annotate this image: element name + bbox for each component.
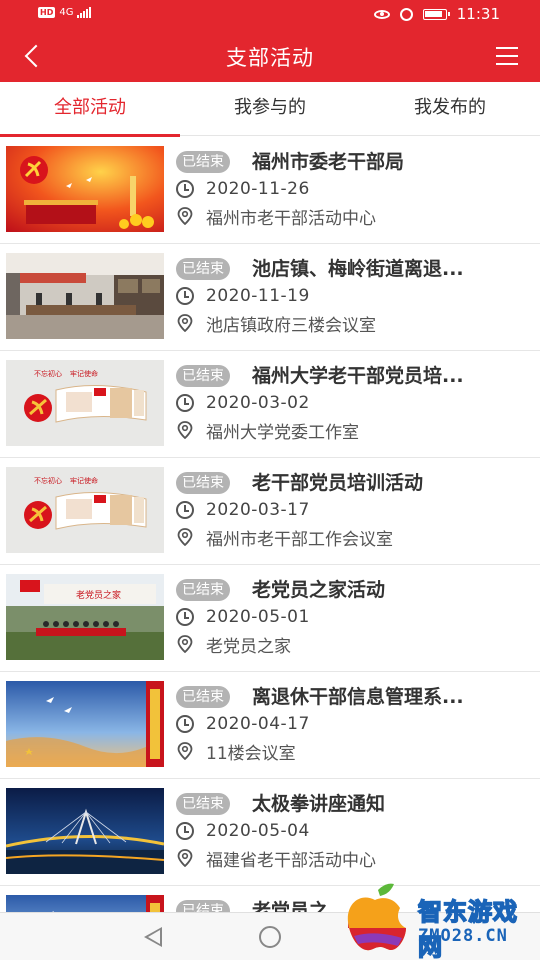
activity-date: 2020-05-01 (206, 607, 310, 627)
clock-icon (176, 608, 194, 626)
activity-date: 2020-11-19 (206, 286, 310, 306)
activity-thumbnail (6, 360, 164, 446)
tab-participated[interactable]: 我参与的 (180, 82, 360, 136)
tab-bar: 全部活动 我参与的 我发布的 (0, 82, 540, 137)
status-badge: 已结束 (176, 365, 230, 387)
activity-title: 离退休干部信息管理系... (252, 686, 464, 708)
activity-date: 2020-11-26 (206, 179, 310, 199)
activity-item[interactable]: 已结束 老党员之家活动 2020-05-01 老党员之家 (0, 565, 540, 672)
nav-bar: 支部活动 (0, 30, 540, 82)
apple-logo-icon (347, 883, 406, 951)
location-pin-icon (177, 314, 193, 332)
activity-location-row: 福州市老干部工作会议室 (176, 526, 393, 550)
activity-thumbnail (6, 253, 164, 339)
activity-location: 池店镇政府三楼会议室 (206, 315, 376, 336)
activity-date-row: 2020-03-02 (176, 392, 310, 414)
location-pin-icon (177, 742, 193, 760)
activity-thumbnail (6, 467, 164, 553)
tab-published[interactable]: 我发布的 (360, 82, 540, 136)
nav-back-icon[interactable] (144, 927, 162, 947)
activity-location-row: 福州大学党委工作室 (176, 419, 359, 443)
activity-thumbnail (6, 681, 164, 767)
signal-indicators: HD 4G (38, 7, 92, 18)
status-badge: 已结束 (176, 258, 230, 280)
activity-location: 福州市老干部工作会议室 (206, 529, 393, 550)
activity-title: 老党员之家活动 (252, 579, 386, 601)
network-type: 4G (59, 7, 74, 18)
activity-item[interactable]: 已结束 福州大学老干部党员培... 2020-03-02 福州大学党委工作室 (0, 351, 540, 458)
activity-item[interactable]: 已结束 福州市委老干部局 2020-11-26 福州市老干部活动中心 (0, 137, 540, 244)
activity-item[interactable]: 已结束 池店镇、梅岭街道离退... 2020-11-19 池店镇政府三楼会议室 (0, 244, 540, 351)
location-pin-icon (177, 849, 193, 867)
eye-comfort-icon (373, 9, 390, 19)
clock-icon (176, 715, 194, 733)
activity-location: 11楼会议室 (206, 743, 296, 764)
status-badge: 已结束 (176, 793, 230, 815)
activity-title: 池店镇、梅岭街道离退... (252, 258, 464, 280)
menu-icon[interactable] (496, 47, 518, 65)
activity-location: 福州大学党委工作室 (206, 422, 359, 443)
status-badge: 已结束 (176, 151, 230, 173)
activity-item[interactable]: 已结束 老干部党员培训活动 2020-03-17 福州市老干部工作会议室 (0, 458, 540, 565)
activity-date: 2020-04-17 (206, 714, 310, 734)
activity-date-row: 2020-05-04 (176, 820, 310, 842)
activity-date: 2020-03-17 (206, 500, 310, 520)
activity-date-row: 2020-04-17 (176, 713, 310, 735)
tab-all-activities[interactable]: 全部活动 (0, 82, 180, 137)
activity-item[interactable]: 已结束 太极拳讲座通知 2020-05-04 福建省老干部活动中心 (0, 779, 540, 886)
activity-location: 福州市老干部活动中心 (206, 208, 376, 229)
location-pin-icon (177, 421, 193, 439)
activity-date-row: 2020-03-17 (176, 499, 310, 521)
location-pin-icon (177, 207, 193, 225)
alarm-icon (399, 7, 413, 21)
activity-thumbnail (6, 895, 164, 912)
activity-title: 老干部党员培训活动 (252, 472, 424, 494)
activity-date: 2020-05-04 (206, 821, 310, 841)
status-bar: HD 4G 11:31 (0, 0, 540, 30)
activity-location-row: 福州市老干部活动中心 (176, 205, 376, 229)
activity-title: 福州市委老干部局 (252, 151, 405, 173)
activity-list: 已结束 福州市委老干部局 2020-11-26 福州市老干部活动中心 已结束 池… (0, 137, 540, 912)
activity-date-row: 2020-11-19 (176, 285, 310, 307)
location-pin-icon (177, 635, 193, 653)
activity-thumbnail (6, 574, 164, 660)
activity-location: 福建省老干部活动中心 (206, 850, 376, 871)
activity-date-row: 2020-11-26 (176, 178, 310, 200)
activity-thumbnail (6, 146, 164, 232)
status-badge: 已结束 (176, 900, 230, 912)
status-badge: 已结束 (176, 686, 230, 708)
battery-icon (422, 8, 450, 20)
activity-location-row: 11楼会议室 (176, 740, 296, 764)
activity-location-row: 福建省老干部活动中心 (176, 847, 376, 871)
page-title: 支部活动 (226, 46, 314, 70)
location-pin-icon (177, 528, 193, 546)
status-badge: 已结束 (176, 472, 230, 494)
activity-date: 2020-03-02 (206, 393, 310, 413)
status-badge: 已结束 (176, 579, 230, 601)
clock-icon (176, 822, 194, 840)
clock-icon (176, 180, 194, 198)
clock-icon (176, 287, 194, 305)
activity-location-row: 老党员之家 (176, 633, 291, 657)
clock-icon (176, 394, 194, 412)
signal-icon (77, 7, 92, 18)
hd-icon: HD (38, 7, 56, 18)
clock-time: 11:31 (456, 5, 500, 23)
activity-title: 太极拳讲座通知 (252, 793, 386, 815)
activity-title: 福州大学老干部党员培... (252, 365, 464, 387)
watermark-text-en: ZMO28.CN (418, 926, 508, 946)
activity-location: 老党员之家 (206, 636, 291, 657)
activity-item[interactable]: 已结束 离退休干部信息管理系... 2020-04-17 11楼会议室 (0, 672, 540, 779)
nav-home-icon[interactable] (259, 926, 281, 948)
activity-thumbnail (6, 788, 164, 874)
clock-icon (176, 501, 194, 519)
watermark-logo: 智东游戏网 ZMO28.CN (340, 880, 540, 960)
activity-date-row: 2020-05-01 (176, 606, 310, 628)
status-icons: 11:31 (373, 5, 500, 23)
activity-location-row: 池店镇政府三楼会议室 (176, 312, 376, 336)
